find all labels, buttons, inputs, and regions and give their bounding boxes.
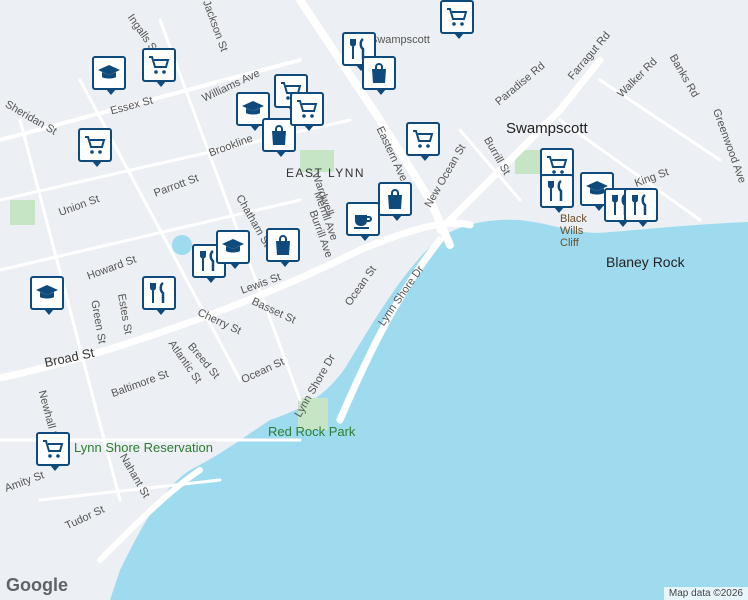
shopping-cart-icon xyxy=(445,5,469,29)
school-icon xyxy=(97,61,121,85)
poi-pin-school[interactable] xyxy=(92,56,126,95)
park xyxy=(10,200,35,225)
poi-pin-shopping-cart[interactable] xyxy=(36,432,70,471)
cafe-icon xyxy=(351,207,375,231)
label-red-rock-park: Red Rock Park xyxy=(268,424,356,439)
label-black-wills-cliff: Black Wills Cliff xyxy=(560,213,587,249)
shopping-bag-icon xyxy=(271,233,295,257)
poi-pin-shopping-cart[interactable] xyxy=(406,122,440,161)
poi-pin-shopping-cart[interactable] xyxy=(440,0,474,39)
restaurant-icon xyxy=(629,193,653,217)
school-icon xyxy=(241,97,265,121)
poi-pin-restaurant[interactable] xyxy=(624,188,658,227)
label-blaney-rock: Blaney Rock xyxy=(606,254,685,270)
poi-pin-shopping-bag[interactable] xyxy=(362,56,396,95)
poi-pin-shopping-bag[interactable] xyxy=(378,182,412,221)
restaurant-icon xyxy=(545,179,569,203)
shopping-bag-icon xyxy=(383,187,407,211)
map-attribution[interactable]: Map data ©2026 xyxy=(663,587,748,600)
school-icon xyxy=(221,235,245,259)
map-canvas[interactable]: Swampscott EAST LYNN Blaney Rock Black W… xyxy=(0,0,748,600)
label-east-lynn: EAST LYNN xyxy=(286,166,366,180)
shopping-cart-icon xyxy=(41,437,65,461)
poi-pin-restaurant[interactable] xyxy=(142,276,176,315)
restaurant-icon xyxy=(147,281,171,305)
pond xyxy=(172,235,192,255)
poi-pin-restaurant[interactable] xyxy=(540,174,574,213)
poi-pin-school[interactable] xyxy=(216,230,250,269)
shopping-cart-icon xyxy=(83,133,107,157)
shopping-bag-icon xyxy=(367,61,391,85)
school-icon xyxy=(35,281,59,305)
label-swampscott: Swampscott xyxy=(506,120,588,137)
shopping-cart-icon xyxy=(411,127,435,151)
shopping-bag-icon xyxy=(267,123,291,147)
poi-pin-shopping-cart[interactable] xyxy=(78,128,112,167)
poi-pin-school[interactable] xyxy=(30,276,64,315)
shopping-cart-icon xyxy=(295,97,319,121)
poi-pin-shopping-cart[interactable] xyxy=(290,92,324,131)
label-lynn-shore-reservation: Lynn Shore Reservation xyxy=(74,440,213,455)
poi-pin-shopping-cart[interactable] xyxy=(142,48,176,87)
poi-pin-shopping-bag[interactable] xyxy=(266,228,300,267)
google-logo: Google xyxy=(6,575,68,595)
poi-pin-cafe[interactable] xyxy=(346,202,380,241)
street-label: Swampscott xyxy=(370,34,430,46)
shopping-cart-icon xyxy=(147,53,171,77)
